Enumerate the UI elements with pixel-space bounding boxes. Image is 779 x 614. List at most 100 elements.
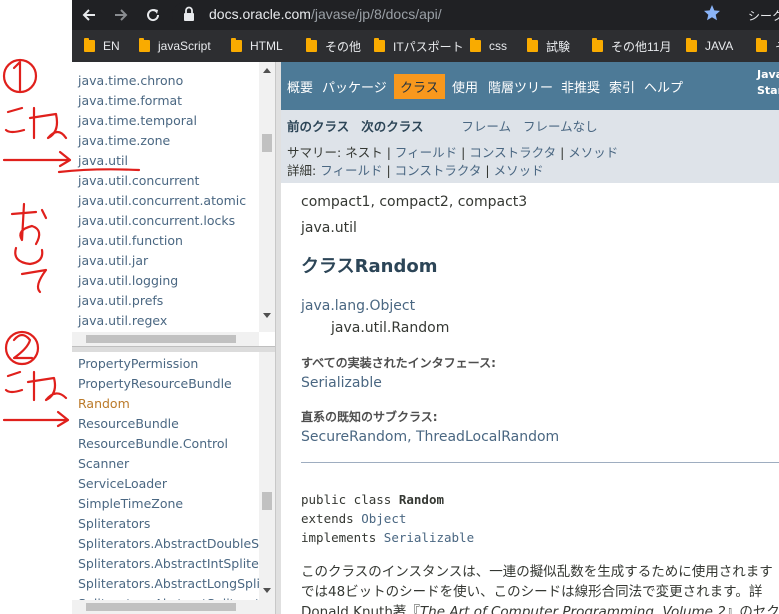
- extends-line: extends Object: [301, 511, 407, 526]
- java-platform-title: Java Stan: [757, 68, 779, 97]
- scroll-down-arrow-icon[interactable]: [263, 313, 271, 318]
- summary-field-link[interactable]: フィールド: [395, 145, 457, 160]
- prev-class-link[interactable]: 前のクラス: [287, 119, 349, 134]
- class-link[interactable]: PropertyPermission: [78, 354, 274, 374]
- package-link[interactable]: java.time.zone: [78, 131, 246, 151]
- package-link[interactable]: java.time.temporal: [78, 111, 246, 131]
- class-link[interactable]: ResourceBundle.Control: [78, 434, 274, 454]
- folder-icon: [527, 38, 538, 52]
- summary-method-link[interactable]: メソッド: [568, 145, 618, 160]
- scroll-down-arrow-icon[interactable]: [263, 588, 271, 593]
- package-link[interactable]: java.util.regex: [78, 311, 246, 331]
- class-link[interactable]: Scanner: [78, 454, 274, 474]
- class-title: クラスRandom: [301, 256, 438, 277]
- interface-serializable-link[interactable]: Serializable: [301, 375, 382, 391]
- package-link[interactable]: java.util.concurrent.locks: [78, 211, 246, 231]
- serializable-link[interactable]: Serializable: [384, 530, 474, 545]
- package-link[interactable]: java.util.concurrent.atomic: [78, 191, 246, 211]
- summary-nested: ネスト: [345, 145, 383, 160]
- tab-index[interactable]: 索引: [609, 77, 635, 96]
- bookmark-folder[interactable]: そ: [756, 38, 779, 54]
- tab-package[interactable]: パッケージ: [322, 77, 387, 96]
- subclasses-links[interactable]: SecureRandom, ThreadLocalRandom: [301, 429, 559, 445]
- detail-constructor-link[interactable]: コンストラクタ: [395, 163, 482, 178]
- class-link[interactable]: Spliterators.AbstractIntSpliter: [78, 554, 274, 574]
- package-list: java.time.chrono java.time.format java.t…: [78, 71, 246, 331]
- tab-deprecated[interactable]: 非推奨: [561, 77, 600, 96]
- class-list-frame[interactable]: PropertyPermission PropertyResourceBundl…: [72, 352, 275, 614]
- tab-tree[interactable]: 階層ツリー: [488, 77, 553, 96]
- forward-button[interactable]: [110, 4, 132, 26]
- bookmark-folder[interactable]: 試験: [527, 38, 570, 54]
- class-link[interactable]: PropertyResourceBundle: [78, 374, 274, 394]
- tab-overview[interactable]: 概要: [287, 77, 313, 96]
- class-link[interactable]: Spliterators: [78, 514, 274, 534]
- inheritance-child: java.util.Random: [331, 320, 450, 336]
- package-vertical-scrollbar[interactable]: [259, 62, 275, 332]
- bookmark-folder[interactable]: JAVA: [686, 38, 733, 54]
- url-text[interactable]: docs.oracle.com/javase/jp/8/docs/api/: [209, 6, 442, 22]
- bookmark-folder[interactable]: javaScript: [139, 38, 211, 54]
- folder-icon: [139, 38, 150, 52]
- package-link[interactable]: java.util.concurrent: [78, 171, 246, 191]
- compact-profiles: compact1, compact2, compact3: [301, 194, 528, 210]
- tab-help[interactable]: ヘルプ: [644, 77, 683, 96]
- package-link[interactable]: java.util.prefs: [78, 291, 246, 311]
- forward-arrow-icon: [115, 9, 128, 21]
- bookmark-folder[interactable]: EN: [84, 38, 120, 54]
- package-link[interactable]: java.time.chrono: [78, 71, 246, 91]
- package-link[interactable]: java.util.function: [78, 231, 246, 251]
- no-frames-link[interactable]: フレームなし: [523, 119, 598, 134]
- bookmark-folder[interactable]: ITパスポート: [374, 38, 464, 54]
- sub-navigation-bar: 前のクラス 次のクラス フレーム フレームなし サマリー: ネスト | フィール…: [281, 110, 779, 183]
- class-link[interactable]: Spliterators.AbstractLongSplite: [78, 574, 274, 594]
- class-vertical-scrollbar[interactable]: [259, 352, 275, 614]
- folder-icon: [756, 38, 767, 52]
- scroll-thumb[interactable]: [262, 134, 272, 152]
- class-link-random[interactable]: Random: [78, 394, 274, 414]
- handwritten-annotations: [2, 58, 72, 428]
- implements-line: implements Serializable: [301, 530, 475, 545]
- interfaces-heading: すべての実装されたインタフェース:: [301, 356, 496, 370]
- summary-constructor-link[interactable]: コンストラクタ: [469, 145, 556, 160]
- bookmark-folder[interactable]: HTML: [231, 38, 283, 54]
- folder-icon: [374, 38, 385, 52]
- lock-icon: [182, 6, 196, 26]
- bookmark-folder[interactable]: css: [470, 38, 507, 54]
- package-link[interactable]: java.util.jar: [78, 251, 246, 271]
- package-link[interactable]: java.time.format: [78, 91, 246, 111]
- tab-use[interactable]: 使用: [452, 77, 478, 96]
- class-list: PropertyPermission PropertyResourceBundl…: [78, 354, 274, 614]
- scroll-thumb[interactable]: [86, 603, 236, 611]
- next-class-link[interactable]: 次のクラス: [361, 119, 423, 134]
- detail-field-link[interactable]: フィールド: [320, 163, 382, 178]
- reload-button[interactable]: [142, 4, 164, 26]
- bookmarks-bar: EN javaScript HTML その他 ITパスポート css 試験 その…: [72, 30, 779, 63]
- incognito-label[interactable]: シークレ: [748, 7, 779, 24]
- description-line: Donald Knuth著『The Art of Computer Progra…: [301, 604, 779, 614]
- package-label: java.util: [301, 220, 357, 236]
- inheritance-parent-link[interactable]: java.lang.Object: [301, 298, 415, 314]
- scroll-thumb[interactable]: [262, 492, 272, 510]
- back-button[interactable]: [78, 4, 100, 26]
- package-link[interactable]: java.util.logging: [78, 271, 246, 291]
- object-link[interactable]: Object: [361, 511, 406, 526]
- scroll-up-arrow-icon[interactable]: [263, 68, 271, 73]
- frames-link[interactable]: フレーム: [461, 119, 511, 134]
- bookmark-folder[interactable]: その他: [306, 38, 361, 54]
- class-link[interactable]: Spliterators.AbstractDoubleSpli: [78, 534, 274, 554]
- detail-method-link[interactable]: メソッド: [494, 163, 544, 178]
- class-link[interactable]: ServiceLoader: [78, 474, 274, 494]
- package-list-frame[interactable]: java.time.chrono java.time.format java.t…: [72, 62, 275, 346]
- folder-icon: [686, 38, 697, 52]
- class-horizontal-scrollbar[interactable]: [72, 600, 259, 614]
- scroll-thumb[interactable]: [86, 335, 236, 343]
- package-horizontal-scrollbar[interactable]: [72, 332, 259, 346]
- folder-icon: [592, 38, 603, 52]
- bookmark-folder[interactable]: その他11月: [592, 38, 671, 54]
- bookmark-star-icon[interactable]: [703, 4, 721, 26]
- class-link[interactable]: ResourceBundle: [78, 414, 274, 434]
- package-link-java-util[interactable]: java.util: [78, 151, 246, 171]
- class-link[interactable]: SimpleTimeZone: [78, 494, 274, 514]
- detail-links: 詳細: フィールド | コンストラクタ | メソッド: [287, 163, 544, 178]
